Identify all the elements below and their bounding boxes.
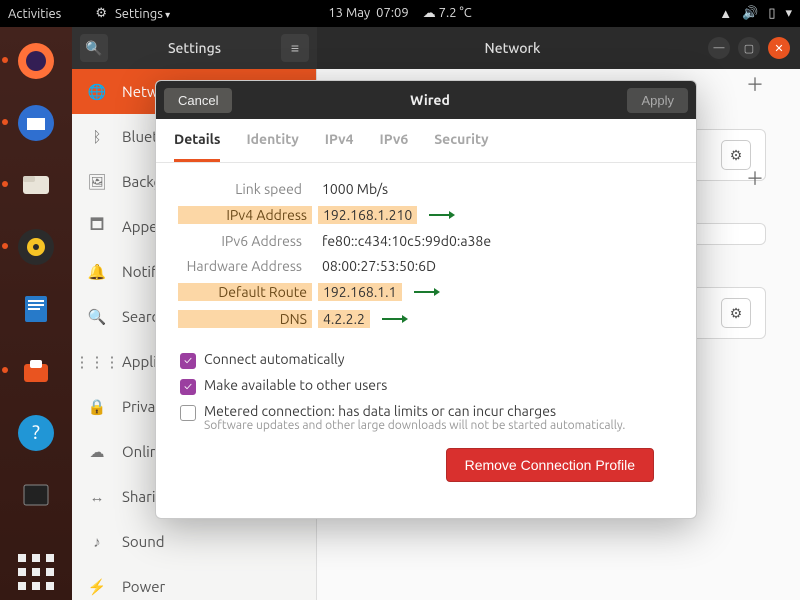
remove-profile-button[interactable]: Remove Connection Profile bbox=[446, 448, 654, 482]
sidebar-icon: ☁ bbox=[88, 443, 106, 461]
sidebar-icon: 🔍 bbox=[88, 308, 106, 326]
add-connection-button[interactable]: ＋ bbox=[742, 71, 768, 97]
detail-row: Default Route 192.168.1.1 bbox=[178, 283, 674, 301]
tab-details[interactable]: Details bbox=[174, 131, 220, 162]
settings-titlebar: 🔍 Settings ≡ Network — ▢ ✕ bbox=[72, 27, 800, 69]
detail-row: IPv6 Address fe80::c434:10c5:99d0:a38e bbox=[178, 233, 674, 249]
dialog-tabs: Details Identity IPv4 IPv6 Security bbox=[156, 119, 696, 163]
checkbox-row: ✓ Connect automatically bbox=[180, 351, 674, 369]
detail-value: 192.168.1.210 bbox=[318, 206, 417, 224]
detail-value: fe80::c434:10c5:99d0:a38e bbox=[318, 233, 491, 249]
dock-writer[interactable] bbox=[8, 281, 64, 337]
detail-label: IPv6 Address bbox=[178, 233, 312, 249]
dock-rhythmbox[interactable] bbox=[8, 219, 64, 275]
sidebar-icon: ⋮⋮⋮ bbox=[88, 353, 106, 371]
detail-row: Hardware Address 08:00:27:53:50:6D bbox=[178, 258, 674, 274]
detail-value: 1000 Mb/s bbox=[318, 181, 388, 197]
network-icon[interactable]: ▲ bbox=[719, 6, 732, 21]
ubuntu-dock: ? bbox=[0, 27, 72, 600]
checkbox-label: Metered connection: has data limits or c… bbox=[204, 403, 625, 419]
checkbox[interactable]: ✓ bbox=[180, 353, 196, 369]
activities-button[interactable]: Activities bbox=[8, 7, 61, 21]
sidebar-icon: ⚡ bbox=[88, 578, 106, 596]
app-menu[interactable]: Settings bbox=[115, 7, 170, 21]
tab-security[interactable]: Security bbox=[434, 131, 488, 162]
cancel-button[interactable]: Cancel bbox=[164, 88, 232, 113]
sidebar-icon: 🔒 bbox=[88, 398, 106, 416]
detail-row: DNS 4.2.2.2 bbox=[178, 310, 674, 328]
window-close[interactable]: ✕ bbox=[768, 37, 790, 59]
detail-label: Link speed bbox=[178, 181, 312, 197]
detail-label: Default Route bbox=[178, 283, 312, 301]
sidebar-icon: 🗖 bbox=[88, 214, 106, 239]
dock-thunderbird[interactable] bbox=[8, 95, 64, 151]
checkbox[interactable]: ✓ bbox=[180, 379, 196, 395]
volume-icon[interactable]: 🔊 bbox=[742, 6, 758, 21]
search-icon: 🔍 bbox=[85, 40, 102, 57]
sidebar-icon: ᛒ bbox=[88, 128, 106, 145]
sidebar-icon: 🖼 bbox=[88, 173, 106, 191]
dialog-title: Wired bbox=[232, 92, 627, 108]
tab-ipv4[interactable]: IPv4 bbox=[325, 131, 354, 162]
system-menu-icon[interactable]: ▾ bbox=[785, 6, 792, 21]
dialog-header: Cancel Wired Apply bbox=[156, 81, 696, 119]
gear-icon: ⚙ bbox=[95, 6, 107, 21]
highlight-arrow-icon bbox=[412, 285, 440, 299]
sidebar-item-power[interactable]: ⚡ Power bbox=[72, 564, 316, 600]
dock-software[interactable] bbox=[8, 343, 64, 399]
checkbox[interactable] bbox=[180, 405, 196, 421]
sidebar-icon: 🔔 bbox=[88, 263, 106, 281]
sidebar-item-label: Sound bbox=[122, 533, 165, 550]
sidebar-search-button[interactable]: 🔍 bbox=[80, 34, 108, 62]
dock-show-apps[interactable] bbox=[8, 544, 64, 600]
hamburger-icon: ≡ bbox=[291, 40, 299, 56]
detail-value: 08:00:27:53:50:6D bbox=[318, 258, 436, 274]
sidebar-title: Settings bbox=[114, 40, 275, 56]
sidebar-item-sound[interactable]: ♪ Sound bbox=[72, 519, 316, 564]
checkbox-row: ✓ Make available to other users bbox=[180, 377, 674, 395]
window-minimize[interactable]: — bbox=[708, 37, 730, 59]
detail-label: Hardware Address bbox=[178, 258, 312, 274]
highlight-arrow-icon bbox=[427, 208, 455, 222]
svg-text:?: ? bbox=[32, 420, 40, 443]
battery-icon[interactable]: ▯ bbox=[768, 6, 775, 21]
dock-files[interactable] bbox=[8, 157, 64, 213]
window-maximize[interactable]: ▢ bbox=[738, 37, 760, 59]
sidebar-item-label: Power bbox=[122, 578, 165, 595]
sidebar-icon: ↔ bbox=[88, 488, 106, 506]
dock-firefox[interactable] bbox=[8, 33, 64, 89]
detail-label: IPv4 Address bbox=[178, 206, 312, 224]
sidebar-icon: 🌐 bbox=[88, 83, 106, 101]
highlight-arrow-icon bbox=[380, 312, 408, 326]
sidebar-icon: ♪ bbox=[88, 533, 106, 551]
checkbox-label: Connect automatically bbox=[204, 351, 344, 367]
gear-icon: ⚙ bbox=[730, 147, 743, 164]
checkbox-row: Metered connection: has data limits or c… bbox=[180, 403, 674, 432]
apply-button[interactable]: Apply bbox=[627, 88, 688, 113]
gear-button[interactable]: ⚙ bbox=[721, 298, 751, 328]
detail-row: Link speed 1000 Mb/s bbox=[178, 181, 674, 197]
connection-dialog: Cancel Wired Apply Details Identity IPv4 IP… bbox=[155, 80, 697, 519]
dock-xterm[interactable] bbox=[8, 467, 64, 523]
gear-icon: ⚙ bbox=[730, 305, 743, 322]
tab-ipv6[interactable]: IPv6 bbox=[380, 131, 409, 162]
checkbox-sublabel: Software updates and other large downloa… bbox=[204, 419, 625, 432]
detail-row: IPv4 Address 192.168.1.210 bbox=[178, 206, 674, 224]
tab-identity[interactable]: Identity bbox=[246, 131, 298, 162]
dock-help[interactable]: ? bbox=[8, 405, 64, 461]
topbar-date[interactable]: 13 May 07:09 bbox=[328, 6, 408, 21]
detail-value: 4.2.2.2 bbox=[318, 310, 370, 328]
detail-value: 192.168.1.1 bbox=[318, 283, 402, 301]
window-title: Network bbox=[317, 40, 708, 56]
add-connection-button[interactable]: ＋ bbox=[742, 165, 768, 191]
gnome-topbar: Activities ⚙ Settings 13 May 07:09 ☁ 7.2… bbox=[0, 0, 800, 27]
topbar-weather[interactable]: ☁ 7.2 °C bbox=[423, 6, 472, 21]
detail-label: DNS bbox=[178, 310, 312, 328]
checkbox-label: Make available to other users bbox=[204, 377, 387, 393]
hamburger-menu-button[interactable]: ≡ bbox=[281, 34, 309, 62]
